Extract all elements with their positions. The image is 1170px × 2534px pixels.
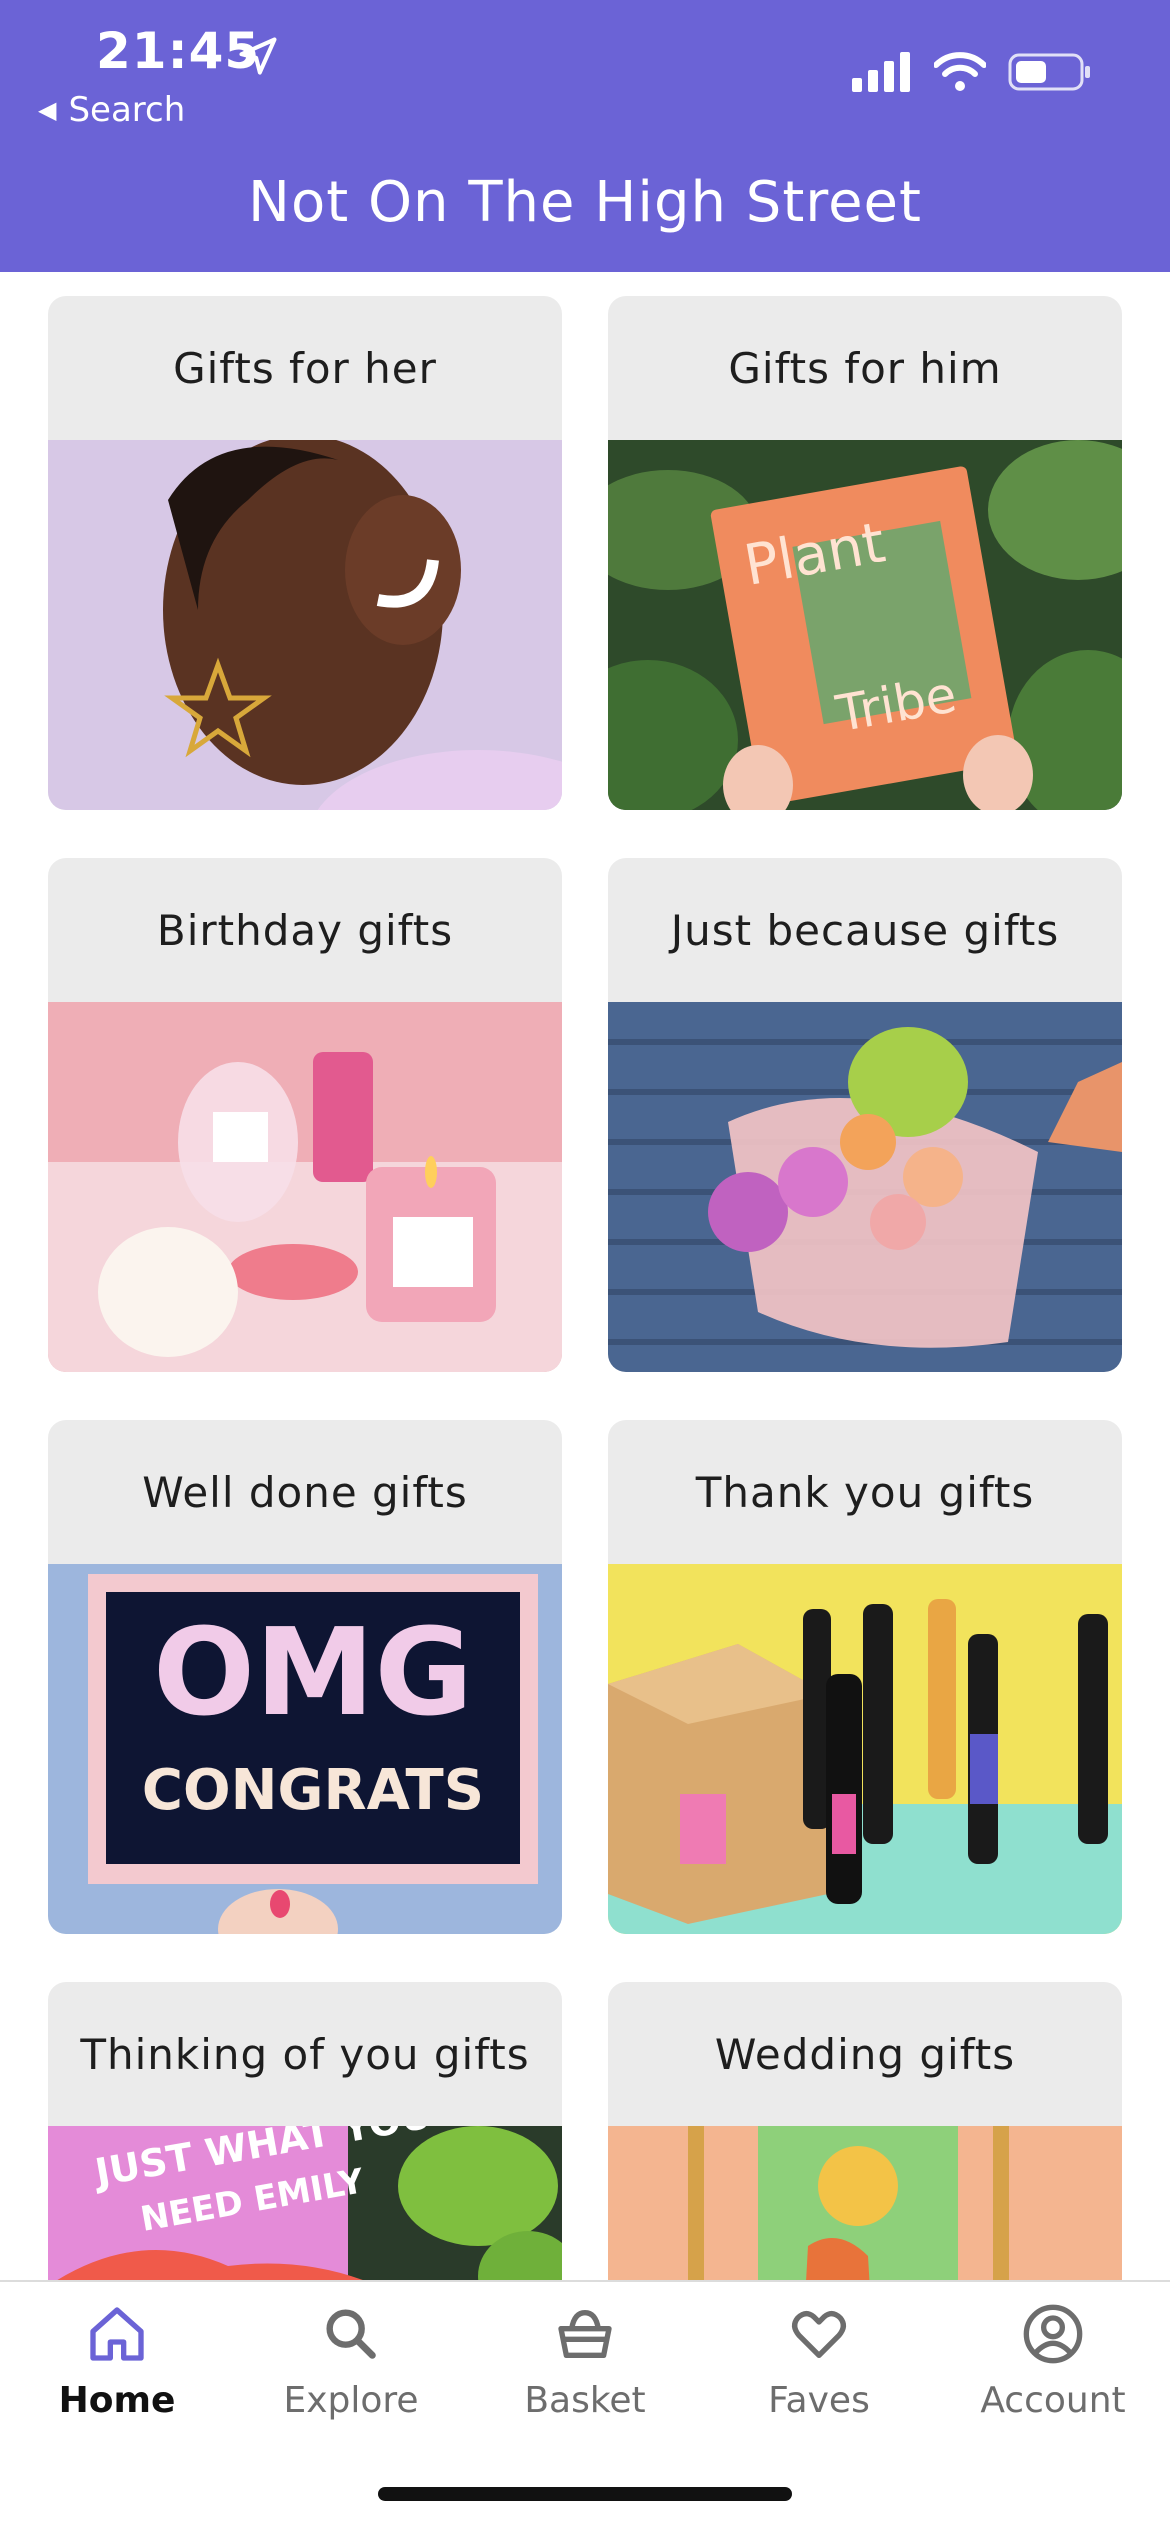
back-label: Search (68, 90, 186, 130)
category-label: Well done gifts (142, 1467, 468, 1517)
status-icons (852, 52, 1092, 92)
tab-home[interactable]: Home (0, 2302, 234, 2421)
tab-label: Account (980, 2380, 1126, 2421)
category-image-gifts-for-her (48, 440, 562, 810)
tab-explore[interactable]: Explore (234, 2302, 468, 2421)
category-card-just-because-gifts[interactable]: Just because gifts (608, 858, 1122, 1372)
basket-icon (558, 2309, 612, 2358)
category-label: Wedding gifts (714, 2029, 1016, 2079)
category-card-birthday-gifts[interactable]: Birthday gifts (48, 858, 562, 1372)
category-image-thinking-of-you-gifts: JUST WHAT YOU NEED EMILY (48, 2126, 562, 2280)
category-card-gifts-for-her[interactable]: Gifts for her (48, 296, 562, 810)
tab-faves[interactable]: Faves (702, 2302, 936, 2421)
back-to-search-link[interactable]: ◀ Search (38, 90, 185, 130)
back-triangle-icon: ◀ (38, 96, 57, 124)
category-label: Just because gifts (670, 905, 1060, 955)
home-icon (90, 2307, 144, 2361)
category-image-well-done-gifts: OMG CONGRATS (48, 1564, 562, 1934)
category-card-gifts-for-him[interactable]: Gifts for him Plant Tribe (608, 296, 1122, 810)
category-label: Gifts for her (173, 343, 437, 393)
page-title: Not On The High Street (248, 170, 922, 235)
congrats-text: CONGRATS (142, 1758, 484, 1823)
category-label: Thank you gifts (695, 1467, 1035, 1517)
search-icon (326, 2309, 376, 2359)
cellular-signal-icon (852, 52, 910, 92)
tab-label: Home (58, 2380, 176, 2421)
tab-label: Faves (768, 2380, 870, 2421)
home-indicator (378, 2487, 792, 2501)
category-image-thank-you-gifts (608, 1564, 1122, 1934)
tab-label: Basket (524, 2380, 646, 2421)
tab-account[interactable]: Account (936, 2302, 1170, 2421)
category-card-well-done-gifts[interactable]: Well done gifts OMG CONGRATS (48, 1420, 562, 1934)
category-label: Thinking of you gifts (80, 2029, 530, 2079)
category-card-thank-you-gifts[interactable]: Thank you gifts (608, 1420, 1122, 1934)
account-icon (1023, 2304, 1083, 2364)
location-arrow-icon (239, 37, 277, 75)
category-card-wedding-gifts[interactable]: Wedding gifts (608, 1982, 1122, 2280)
category-image-gifts-for-him: Plant Tribe (608, 440, 1122, 810)
category-image-just-because-gifts (608, 1002, 1122, 1372)
category-image-birthday-gifts (48, 1002, 562, 1372)
tab-label: Explore (283, 2380, 419, 2421)
top-bar: 21:45 ◀ Search Not On The High Street (0, 0, 1170, 272)
heart-icon (792, 2311, 846, 2358)
category-label: Birthday gifts (156, 905, 454, 955)
category-card-thinking-of-you-gifts[interactable]: Thinking of you gifts JUST WHAT YOU NEED… (48, 1982, 562, 2280)
category-grid: Gifts for her Gifts for him Plant Tribe … (48, 296, 1122, 2280)
wifi-icon (934, 52, 986, 91)
omg-text: OMG (153, 1604, 473, 1743)
tab-basket[interactable]: Basket (468, 2302, 702, 2421)
category-label: Gifts for him (728, 343, 1002, 393)
category-image-wedding-gifts (608, 2126, 1122, 2280)
battery-icon (1008, 53, 1090, 91)
